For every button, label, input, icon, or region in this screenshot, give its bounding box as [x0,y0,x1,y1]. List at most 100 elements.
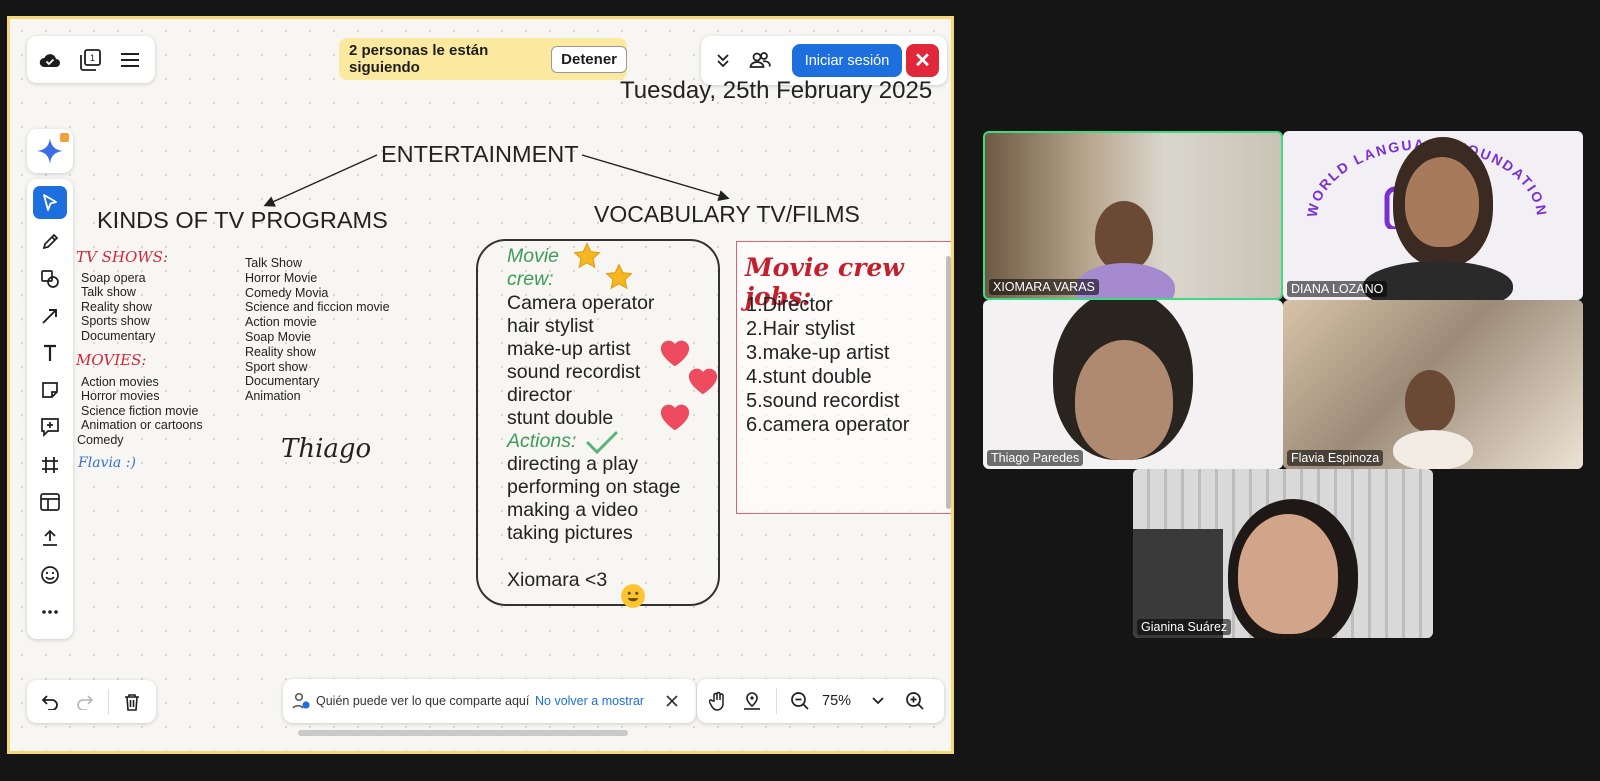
list-item: Reality show [81,299,152,314]
flavia-note: Flavia :) [78,455,136,471]
more-icon[interactable] [37,599,63,625]
star-icon [573,242,601,269]
list-item: Reality show [245,344,316,359]
ai-assistant-button[interactable] [27,129,73,173]
list-item: Camera operator [507,292,655,314]
programs-list-2: Talk Show Horror Movie Comedy Movia Scie… [245,256,390,404]
thiago-note: Thiago [281,434,372,464]
list-item: 4.stunt double [746,366,872,388]
crew-label: Movie [507,245,560,267]
cursor-icon [43,193,57,211]
list-item: directing a play [507,453,639,475]
list-item: 6.camera operator [746,414,910,436]
list-item: 3.make-up artist [746,342,890,364]
heart-icon [688,368,718,395]
heart-icon [660,404,690,431]
undo-icon[interactable] [37,689,63,715]
dont-show-again-link[interactable]: No volver a mostrar [535,694,644,708]
participant-video [1405,157,1479,247]
tool-panel [27,179,73,639]
list-item: sound recordist [507,361,641,383]
text-tool-icon[interactable] [37,340,63,366]
sticky-note-icon[interactable] [37,377,63,403]
participant-name: Gianina Suárez [1137,619,1232,635]
divider [108,689,109,715]
frame-tool-icon[interactable] [37,452,63,478]
list-item: 1.Director [746,294,833,316]
list-item: Science and ficcion movie [245,300,390,315]
template-icon[interactable] [37,489,63,515]
list-item: Soap Movie [245,329,312,344]
list-item: 5.sound recordist [746,390,900,412]
list-item: Documentary [81,328,156,343]
participant-tile[interactable]: Flavia Espinoza [1283,300,1583,469]
participant-name: Flavia Espinoza [1287,450,1384,466]
chevron-down-icon[interactable] [867,689,889,713]
comment-tool-icon[interactable] [37,414,63,440]
list-item: Animation [245,389,301,404]
history-toolbar [27,680,156,723]
list-item: taking pictures [507,522,633,544]
actions-label: Actions: [507,430,577,452]
zoom-out-icon[interactable] [788,689,812,713]
participant-video [1075,340,1173,460]
signature: Xiomara <3 [507,569,608,591]
trash-icon[interactable] [119,689,145,715]
list-item: Animation or cartoons [81,418,203,433]
locate-icon[interactable] [740,689,764,713]
close-notice-icon[interactable] [660,689,684,713]
people-lock-icon [292,692,310,709]
tv-shows-list: Soap opera Talk show Reality show Sports… [81,271,155,343]
list-item: Soap opera [81,271,146,285]
list-item: performing on stage [507,476,681,498]
list-item: Talk show [81,285,136,300]
participant-tile[interactable]: Gianina Suárez [1133,469,1433,638]
participant-tile[interactable]: XIOMARA VARAS [983,131,1283,300]
participant-tile[interactable]: Thiago Paredes [983,300,1283,469]
list-item: Action movies [81,375,159,389]
upload-icon[interactable] [37,525,63,551]
participant-video [1095,201,1153,271]
participant-name: Thiago Paredes [987,450,1084,466]
hand-tool-icon[interactable] [706,689,730,713]
participant-video [1238,514,1338,634]
list-item: Horror Movie [245,270,318,285]
zoom-level[interactable]: 75% [822,693,851,709]
list-item: making a video [507,499,639,521]
list-item: make-up artist [507,338,631,360]
horizontal-scrollbar[interactable] [298,730,628,736]
list-item: Action movie [245,315,317,330]
redo-icon[interactable] [72,689,98,715]
list-item: Documentary [245,374,320,389]
list-item: hair stylist [507,315,594,337]
list-item: Horror movies [81,389,160,404]
participant-name: DIANA LOZANO [1287,281,1388,297]
emoji-icon[interactable] [37,562,63,588]
divider [776,688,777,714]
movies-list: Action movies Horror movies Science fict… [81,375,203,433]
participant-tile[interactable]: WORLD LANGUAGE FOUNDATION DIANA LOZANO [1283,131,1583,300]
share-notice: Quién puede ver lo que comparte aquí No … [283,679,696,723]
pen-tool-icon[interactable] [37,229,63,255]
list-item: Talk Show [245,256,302,270]
arrow-tool-icon[interactable] [37,303,63,329]
whiteboard-canvas[interactable]: 1 2 personas le están siguiendo Detener … [7,16,954,754]
vertical-scrollbar[interactable] [946,256,951,509]
tv-shows-label: TV SHOWS: [76,248,169,266]
list-item: Sport show [245,359,308,374]
star-icon [605,263,633,290]
participant-video [1405,370,1455,432]
zoom-in-icon[interactable] [903,689,927,713]
list-item: stunt double [507,407,614,429]
crew-label: crew: [507,268,554,290]
participant-video [1393,430,1473,469]
list-item: Science fiction movie [81,403,199,418]
lock-badge-icon [60,133,69,142]
list-item: Comedy [77,433,124,447]
select-tool-button[interactable] [33,186,67,219]
list-item: director [507,384,573,406]
list-item: Sports show [81,314,150,329]
shapes-tool-icon[interactable] [37,266,63,292]
movies-label: MOVIES: [76,351,147,369]
smiley-icon [621,584,645,608]
